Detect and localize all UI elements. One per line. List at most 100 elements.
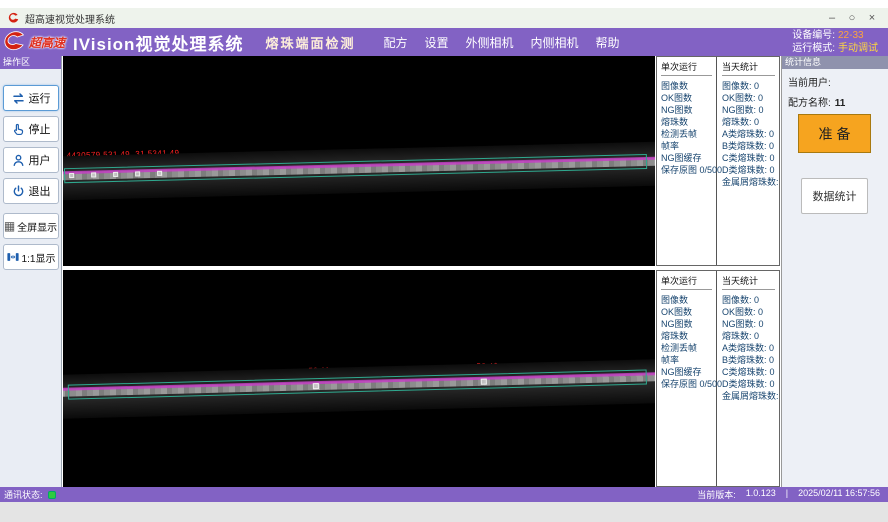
single-run-title: 单次运行 [661,274,712,290]
stat-row: C类熔珠数: 0 [722,152,779,164]
power-icon [11,184,26,199]
hand-icon [11,122,26,137]
minimize-icon[interactable]: – [822,12,842,24]
stat-row: 金属屑熔珠数: 0 [722,390,779,402]
current-user-label: 当前用户: [788,78,831,89]
stats-panel-bottom: 单次运行 图像数 OK图数 NG图数 熔珠数 检测丢帧 帧率 NG图缓存 保存原… [656,270,780,487]
stop-button[interactable]: 停止 [3,116,59,142]
comm-status-indicator [48,491,56,499]
stat-row: 检测丢帧 [661,342,716,354]
recipe-name-label: 配方名称: [788,98,831,109]
stat-row: OK图数 [661,306,716,318]
menu-inner-camera[interactable]: 内侧相机 [531,34,579,51]
stat-row: D类熔珠数: 0 [722,378,779,390]
run-mode-value: 手动调试 [838,43,878,54]
user-button[interactable]: 用户 [3,147,59,173]
stat-row: NG图缓存 [661,152,716,164]
seam-marker [481,379,487,385]
data-statistics-button[interactable]: 数据统计 [801,178,868,214]
stat-row: A类熔珠数: 0 [722,128,779,140]
stat-row: NG图数: 0 [722,104,779,116]
single-run-column: 单次运行 图像数 OK图数 NG图数 熔珠数 检测丢帧 帧率 NG图缓存 保存原… [657,271,717,486]
stat-row: OK图数 [661,92,716,104]
stat-row: 保存原图 0/500 [661,378,716,390]
device-number-label: 设备编号: [792,30,835,41]
version-value: 1.0.123 [746,488,776,501]
statistics-info-panel: 统计信息 当前用户: 配方名称:11 准备 数据统计 [781,56,888,487]
datetime-value: 2025/02/11 16:57:56 [798,488,880,501]
one-to-one-icon [6,250,20,264]
app-window: 超高速视觉处理系统 – ○ × 超高速 IVision视觉处理系统 熔珠端面检测… [0,0,888,522]
close-icon[interactable]: × [862,12,882,24]
app-logo-icon [8,12,20,24]
stat-row: NG图数 [661,318,716,330]
brand-logo: 超高速 [4,31,65,53]
weld-seam-top: 4430579.531.49 31.5341.49 [63,124,655,209]
stat-row: 金属屑熔珠数: 0 [722,176,779,188]
brand-swoosh-icon [4,31,28,53]
menu-help[interactable]: 帮助 [596,34,620,51]
stop-button-label: 停止 [29,121,51,137]
stat-row: OK图数: 0 [722,306,779,318]
status-bar-right: 当前版本: 1.0.123 | 2025/02/11 16:57:56 [697,488,880,501]
seam-marker [113,172,118,177]
weld-seam-bottom: 53.11 56.43 [63,347,655,433]
seam-marker [157,171,162,176]
desktop-strip [0,502,888,522]
device-number-row: 设备编号:22-33 [792,29,878,42]
stat-row: 熔珠数: 0 [722,330,779,342]
menu-settings[interactable]: 设置 [424,34,448,51]
fullscreen-button[interactable]: ▦ 全屏显示 [3,213,59,239]
window-controls: – ○ × [822,12,882,24]
single-run-column: 单次运行 图像数 OK图数 NG图数 熔珠数 检测丢帧 帧率 NG图缓存 保存原… [657,57,717,265]
menu-recipe[interactable]: 配方 [383,34,407,51]
stat-row: 熔珠数 [661,116,716,128]
stat-row: 熔珠数: 0 [722,116,779,128]
today-stats-column: 当天统计 图像数: 0 OK图数: 0 NG图数: 0 熔珠数: 0 A类熔珠数… [718,57,779,265]
seam-marker [313,383,319,389]
maximize-icon[interactable]: ○ [842,12,862,24]
window-title: 超高速视觉处理系统 [25,11,115,26]
swap-arrows-icon [11,91,26,106]
status-bar: 通讯状态: 当前版本: 1.0.123 | 2025/02/11 16:57:5… [0,487,888,502]
stat-row: 图像数 [661,80,716,92]
stat-row: B类熔珠数: 0 [722,354,779,366]
camera-view-top[interactable]: 4430579.531.49 31.5341.49 [63,56,655,266]
one-to-one-button[interactable]: 1:1显示 [3,244,59,270]
brand-name: 超高速 [29,34,65,51]
stat-row: NG图缓存 [661,366,716,378]
device-number-value: 22-33 [838,30,864,41]
stat-row: 熔珠数 [661,330,716,342]
user-button-label: 用户 [29,152,51,168]
exit-button[interactable]: 退出 [3,178,59,204]
stat-row: B类熔珠数: 0 [722,140,779,152]
stat-row: 保存原图 0/500 [661,164,716,176]
stat-row: C类熔珠数: 0 [722,366,779,378]
os-titlebar: 超高速视觉处理系统 – ○ × [0,8,888,28]
single-run-title: 单次运行 [661,60,712,76]
comm-status-label: 通讯状态: [4,488,43,501]
app-subtitle: 熔珠端面检测 [265,33,355,52]
stats-panel-top: 单次运行 图像数 OK图数 NG图数 熔珠数 检测丢帧 帧率 NG图缓存 保存原… [656,56,780,266]
stat-row: 图像数 [661,294,716,306]
run-button[interactable]: 运行 [3,85,59,111]
app-title: IVision视觉处理系统 [73,30,243,55]
grid-icon: ▦ [4,220,15,232]
menu-outer-camera[interactable]: 外侧相机 [466,34,514,51]
statistics-info-title: 统计信息 [782,56,888,69]
camera-view-bottom[interactable]: 53.11 56.43 [63,270,655,487]
stat-row: A类熔珠数: 0 [722,342,779,354]
sidebar-operations: 操作区 运行 停止 用户 退出 [0,56,62,487]
stat-row: OK图数: 0 [722,92,779,104]
fullscreen-button-label: 全屏显示 [17,219,57,234]
today-stats-column: 当天统计 图像数: 0 OK图数: 0 NG图数: 0 熔珠数: 0 A类熔珠数… [718,271,779,486]
version-label: 当前版本: [697,488,736,501]
stat-row: NG图数: 0 [722,318,779,330]
main-menu: 配方 设置 外侧相机 内侧相机 帮助 [383,34,619,51]
app-header: 超高速 IVision视觉处理系统 熔珠端面检测 配方 设置 外侧相机 内侧相机… [0,28,888,56]
run-mode-label: 运行模式: [792,43,835,54]
current-user-row: 当前用户: [788,74,888,89]
recipe-name-row: 配方名称:11 [788,94,888,109]
seam-marker [69,173,74,178]
prepare-button[interactable]: 准备 [798,114,871,153]
